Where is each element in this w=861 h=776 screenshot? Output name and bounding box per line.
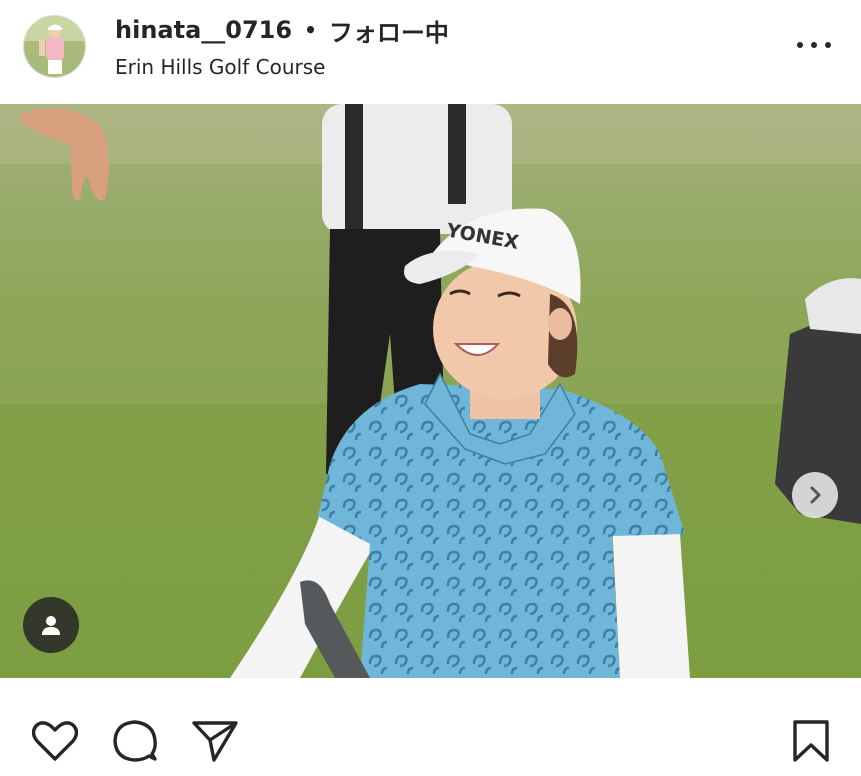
post-photo[interactable]: YONEX xyxy=(0,104,861,678)
user-tag-icon xyxy=(42,616,60,635)
location-link[interactable]: Erin Hills Golf Course xyxy=(115,55,325,79)
more-options-icon[interactable] xyxy=(797,32,831,58)
separator-dot: • xyxy=(304,18,317,42)
username-link[interactable]: hinata__0716 xyxy=(115,16,292,44)
tagged-users-button[interactable] xyxy=(23,597,79,653)
save-button[interactable] xyxy=(788,718,834,764)
post-header: hinata__0716 • フォロー中 Erin Hills Golf Cou… xyxy=(0,0,861,104)
paper-plane-icon xyxy=(192,721,238,762)
comment-button[interactable] xyxy=(112,718,158,764)
next-slide-button[interactable] xyxy=(792,472,838,518)
comment-bubble-icon xyxy=(113,720,157,762)
post-author-line: hinata__0716 • フォロー中 xyxy=(115,13,449,48)
share-button[interactable] xyxy=(192,718,238,764)
like-button[interactable] xyxy=(32,718,78,764)
bookmark-icon xyxy=(793,720,829,762)
heart-icon xyxy=(32,721,78,761)
following-status-button[interactable]: フォロー中 xyxy=(329,13,449,48)
profile-avatar[interactable] xyxy=(23,15,86,78)
golfer-photo: YONEX xyxy=(0,104,861,678)
post-action-bar xyxy=(0,678,861,776)
chevron-right-icon xyxy=(810,486,821,504)
